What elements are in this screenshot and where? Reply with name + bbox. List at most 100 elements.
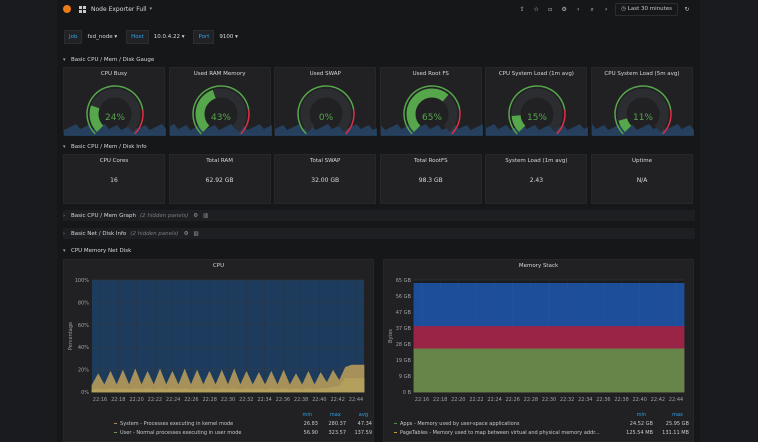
legend-row[interactable]: ━ System - Processes executing in kernel…: [114, 421, 372, 427]
stat-panel[interactable]: Total RAM 62.92 GB: [168, 154, 271, 204]
panel-title: Uptime: [632, 158, 652, 164]
dashboard-title[interactable]: Node Exporter Full: [91, 6, 147, 13]
y-tick-label: 0%: [81, 390, 89, 396]
variable-label-port: Port: [193, 30, 215, 44]
variable-value: 10.0.4.22: [153, 34, 180, 40]
stat-panel[interactable]: System Load (1m avg) 2.43: [485, 154, 588, 204]
series-swatch: ━: [394, 430, 398, 436]
x-tick-label: 22:30: [542, 397, 556, 403]
row-info-header[interactable]: ▾ Basic CPU / Mem / Disk Info: [63, 142, 695, 152]
dashboards-grid-icon[interactable]: [79, 5, 86, 13]
forward-icon[interactable]: ›: [601, 5, 611, 15]
x-tick-label: 22:24: [487, 397, 501, 403]
row-gauge-header[interactable]: ▾ Basic CPU / Mem / Disk Gauge: [63, 55, 695, 65]
refresh-icon[interactable]: ↻: [682, 5, 692, 15]
y-tick-label: 40%: [78, 345, 89, 351]
gauge-panel[interactable]: 65% Used Root FS: [379, 67, 483, 136]
gauge-panel[interactable]: 0% Used SWAP: [274, 67, 378, 136]
time-picker[interactable]: ◷ Last 30 minutes: [615, 3, 678, 16]
series-swatch: ━: [114, 430, 118, 436]
row-net-header[interactable]: › Basic Net / Disk Info (2 hidden panels…: [63, 228, 695, 239]
chevron-down-icon: ▾: [63, 248, 66, 254]
cpu-graph-panel[interactable]: CPU 0% 20% 40% 60% 80% 100% 22:16 22:18 22:20 22:…: [63, 259, 374, 442]
panel-title: Used RAM Memory: [193, 71, 246, 77]
legend-max: 131.11 MB: [662, 430, 689, 436]
legend-max: 25.95 GB: [665, 421, 689, 427]
row-cmnd-header[interactable]: ▾ CPU Memory Net Disk: [63, 246, 695, 256]
top-navbar: Node Exporter Full ▾ ⇪ ☆ ▫ ⚙ ‹ ⌕ › ◷ Las…: [57, 0, 700, 18]
row-hint: (2 hidden panels): [130, 230, 179, 237]
row-title: Basic CPU / Mem / Disk Info: [71, 144, 147, 150]
gear-icon[interactable]: ⚙: [193, 213, 198, 219]
sparkline-area: [169, 124, 272, 136]
x-tick-label: 22:26: [184, 397, 198, 403]
trash-icon[interactable]: ▥: [203, 213, 208, 219]
variable-select-job[interactable]: fxd_node ▾: [85, 31, 123, 43]
star-icon[interactable]: ☆: [531, 5, 541, 15]
legend-row[interactable]: ━ PageTables - Memory used to map betwee…: [394, 430, 689, 436]
settings-icon[interactable]: ⚙: [559, 5, 569, 15]
zoom-out-icon[interactable]: ⌕: [587, 5, 597, 15]
x-tick-label: 22:38: [294, 397, 308, 403]
row-title: Basic CPU / Mem / Disk Gauge: [71, 57, 155, 63]
share-icon[interactable]: ⇪: [517, 5, 527, 15]
stat-value: 2.43: [529, 177, 544, 184]
stat-panel[interactable]: Total SWAP 32.00 GB: [274, 154, 377, 204]
stat-value: 62.92 GB: [205, 177, 234, 184]
variable-select-port[interactable]: 9100 ▾: [217, 31, 244, 43]
sparkline-area: [64, 124, 166, 136]
gauge-panel[interactable]: 43% Used RAM Memory: [168, 67, 272, 136]
y-tick-label: 56 GB: [396, 294, 412, 300]
y-tick-label: 60%: [78, 323, 89, 329]
x-tick-label: 22:32: [560, 397, 574, 403]
chevron-right-icon: ›: [63, 212, 65, 219]
stat-panel[interactable]: Uptime N/A: [591, 154, 693, 204]
gauge-panel[interactable]: 24% CPU Busy: [63, 67, 166, 136]
gear-icon[interactable]: ⚙: [184, 231, 189, 237]
legend-series-name: Apps - Memory used by user-space applica…: [400, 421, 520, 427]
panel-title: CPU System Load (1m avg): [498, 71, 574, 77]
stat-value: 16: [110, 177, 118, 184]
gauge-panel[interactable]: 15% CPU System Load (1m avg): [485, 67, 589, 136]
gauge-value-arc: [406, 88, 449, 133]
legend-row[interactable]: ━ Apps - Memory used by user-space appli…: [394, 421, 689, 427]
stat-panel[interactable]: CPU Cores 16: [63, 154, 165, 204]
x-tick-label: 22:42: [331, 397, 345, 403]
grafana-logo-icon[interactable]: [63, 5, 71, 13]
series-area-apps: [413, 348, 685, 393]
chevron-down-icon: ▾: [63, 144, 66, 150]
gauge-panel[interactable]: 11% CPU System Load (5m avg): [591, 67, 694, 136]
row-title: Basic Net / Disk Info: [71, 230, 127, 237]
gauge-value: 11%: [633, 113, 653, 123]
back-icon[interactable]: ‹: [573, 5, 583, 15]
legend-max: 280.37: [328, 421, 347, 427]
gauge-chart: 24%: [64, 85, 166, 136]
gauge-value: 15%: [527, 113, 547, 123]
trash-icon[interactable]: ▥: [194, 231, 199, 237]
save-icon[interactable]: ▫: [545, 5, 555, 15]
panel-title: Total SWAP: [310, 158, 341, 164]
legend-min: 24.52 GB: [629, 421, 653, 427]
y-tick-label: 19 GB: [396, 358, 412, 364]
y-tick-label: 20%: [78, 368, 89, 374]
x-tick-label: 22:30: [221, 397, 235, 403]
variable-label-job: Job: [64, 30, 83, 44]
gauge-value-arc: [511, 114, 526, 133]
panel-title: CPU Busy: [100, 71, 128, 77]
stat-panel[interactable]: Total RootFS 98.3 GB: [379, 154, 482, 204]
y-tick-label: 80%: [78, 300, 89, 306]
template-variables: Job fxd_node ▾ Host 10.0.4.22 ▾ Port 910…: [64, 30, 244, 44]
memory-stack-panel[interactable]: Memory Stack 0 B 9 GB 19 GB 28 GB 37 GB 47 GB…: [383, 259, 694, 442]
memory-legend: min max ━ Apps - Memory used by user-spa…: [394, 412, 689, 436]
variable-select-host[interactable]: 10.0.4.22 ▾: [152, 31, 191, 43]
y-axis-label: Bytes: [388, 329, 394, 343]
sparkline-area: [380, 124, 483, 136]
y-tick-label: 47 GB: [396, 310, 412, 316]
row-graph-header[interactable]: › Basic CPU / Mem Graph (2 hidden panels…: [63, 210, 695, 221]
legend-row[interactable]: ━ User - Normal processes executing in u…: [114, 430, 372, 436]
chevron-right-icon: ›: [63, 230, 65, 237]
x-tick-label: 22:18: [111, 397, 125, 403]
cpu-legend: min max avg ━ System - Processes executi…: [114, 412, 372, 436]
panel-title: CPU: [212, 263, 225, 269]
chevron-down-icon[interactable]: ▾: [150, 6, 153, 12]
